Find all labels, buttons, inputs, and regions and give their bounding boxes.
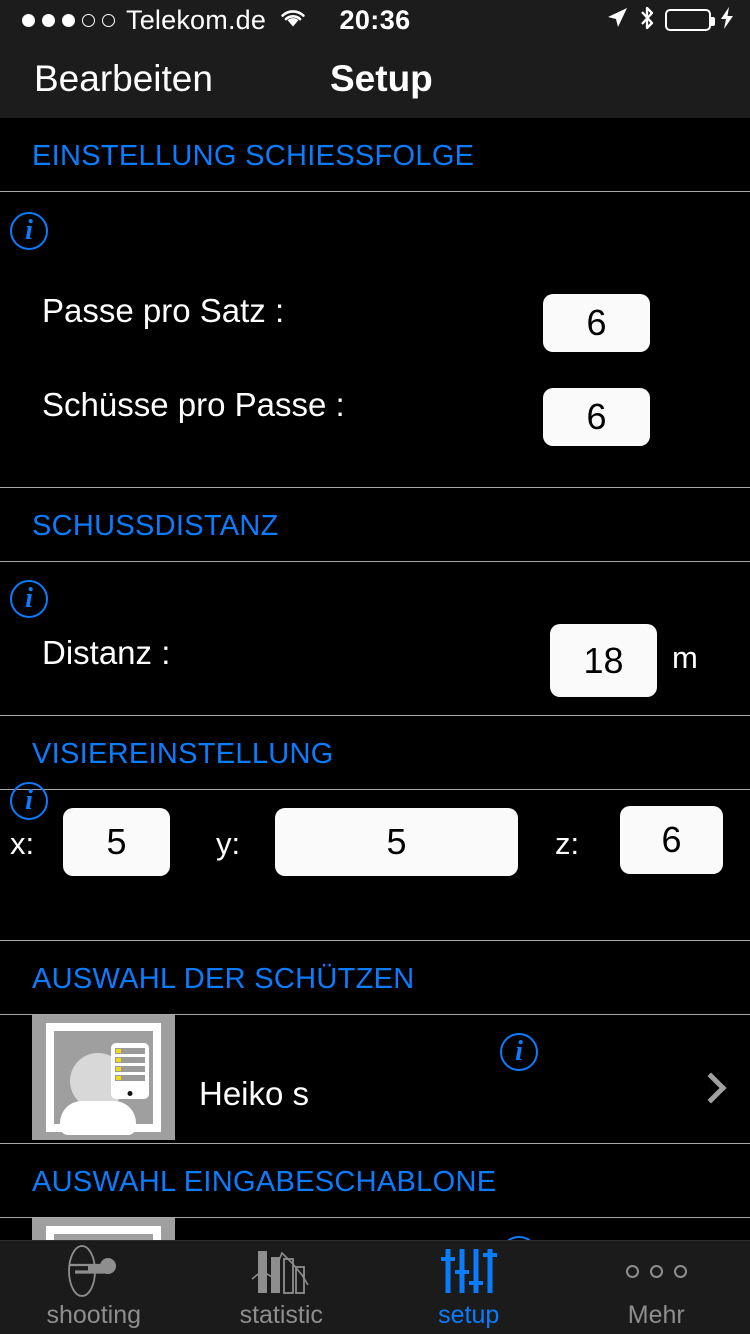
shooter-list-item[interactable]: i Heiko s: [0, 1015, 750, 1143]
tab-mehr[interactable]: Mehr: [563, 1241, 750, 1334]
row-shotsequence: i Passe pro Satz : 6 Schüsse pro Passe :…: [0, 192, 750, 446]
tab-label: setup: [438, 1301, 500, 1329]
distanz-input[interactable]: 18: [550, 624, 657, 697]
distanz-label: Distanz :: [42, 634, 171, 671]
sight-z-input[interactable]: 6: [620, 806, 723, 874]
battery-icon: [665, 9, 715, 31]
tab-label: statistic: [239, 1301, 323, 1329]
shooter-name-label: Heiko s: [199, 1075, 310, 1112]
edit-button[interactable]: Bearbeiten: [34, 58, 213, 100]
row-distance: i Distanz : 18 m: [0, 562, 750, 715]
template-list-item[interactable]: 3D i standard: [0, 1218, 750, 1240]
schuesse-pro-passe-input[interactable]: 6: [543, 388, 650, 446]
sight-z-label: z:: [555, 826, 580, 861]
location-arrow-icon: [605, 6, 629, 35]
bar-chart-icon: [250, 1245, 312, 1297]
status-right: [605, 5, 734, 36]
tab-setup[interactable]: setup: [375, 1241, 563, 1334]
sight-y-label: y:: [216, 826, 241, 861]
info-icon[interactable]: i: [500, 1033, 538, 1071]
bluetooth-icon: [638, 5, 656, 36]
sight-y-input[interactable]: 5: [275, 808, 518, 876]
passe-pro-satz-input[interactable]: 6: [543, 294, 650, 352]
info-icon[interactable]: i: [10, 212, 48, 250]
distance-unit-label: m: [672, 640, 698, 675]
schuesse-pro-passe-label: Schüsse pro Passe :: [42, 386, 345, 423]
tab-label: shooting: [46, 1301, 142, 1329]
section-header-sight: VISIEREINSTELLUNG: [32, 738, 334, 770]
page-title: Setup: [330, 58, 433, 99]
section-header-shooter: AUSWAHL DER SCHÜTZEN: [32, 963, 415, 995]
target-template-icon: 3D: [32, 1218, 175, 1240]
section-header-shotsequence: EINSTELLUNG SCHIESSFOLGE: [32, 140, 475, 172]
section-header-template: AUSWAHL EINGABESCHABLONE: [32, 1166, 497, 1198]
bow-icon: [58, 1245, 130, 1297]
lightning-bolt-icon: [720, 6, 734, 35]
shooter-avatar-icon: [32, 1015, 175, 1140]
tab-statistic[interactable]: statistic: [188, 1241, 376, 1334]
tab-shooting[interactable]: shooting: [0, 1241, 188, 1334]
sliders-icon: [438, 1245, 500, 1297]
tab-label: Mehr: [627, 1301, 685, 1329]
section-header-distance: SCHUSSDISTANZ: [32, 510, 279, 542]
navigation-bar: Bearbeiten Setup: [0, 40, 750, 118]
ellipsis-icon: [625, 1245, 687, 1297]
status-bar: Telekom.de 20:36: [0, 0, 750, 40]
info-icon[interactable]: i: [10, 580, 48, 618]
tab-bar: shooting statistic setup Mehr: [0, 1240, 750, 1334]
sight-x-input[interactable]: 5: [63, 808, 170, 876]
row-sight: i x: 5 y: 5 z: 6: [0, 782, 750, 940]
sight-x-label: x:: [10, 826, 35, 861]
passe-pro-satz-label: Passe pro Satz :: [42, 292, 285, 329]
chevron-right-icon[interactable]: [695, 1072, 727, 1104]
info-icon[interactable]: i: [10, 782, 48, 820]
settings-list[interactable]: EINSTELLUNG SCHIESSFOLGE i Passe pro Sat…: [0, 118, 750, 1240]
